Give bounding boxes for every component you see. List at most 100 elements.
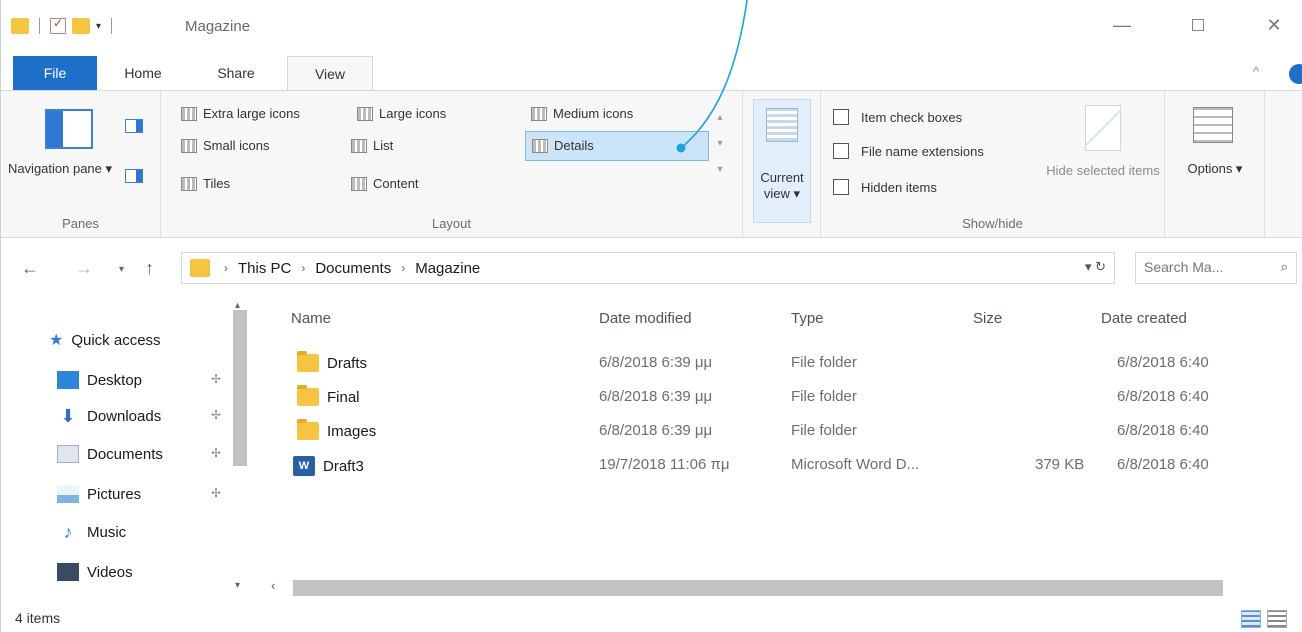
- table-row[interactable]: Drafts 6/8/2018 6:39 μμ File folder 6/8/…: [251, 348, 1302, 382]
- file-name-cell: Final: [297, 385, 360, 406]
- item-check-boxes-toggle[interactable]: Item check boxes: [833, 107, 962, 127]
- new-folder-icon[interactable]: [72, 18, 90, 34]
- address-row: ← → ▾ ↑ › This PC › Documents › Magazine…: [1, 238, 1302, 298]
- file-name-extensions-checkbox[interactable]: [833, 143, 849, 159]
- layout-medium-icons[interactable]: Medium icons: [531, 103, 633, 125]
- options-button[interactable]: Options ▾: [1165, 161, 1265, 177]
- navigation-pane-icon[interactable]: [45, 109, 93, 149]
- layout-option-label: Small icons: [203, 138, 270, 153]
- column-header-name[interactable]: Name: [291, 310, 331, 327]
- tab-home[interactable]: Home: [105, 58, 181, 90]
- sidebar-item-downloads[interactable]: ⬇ Downloads: [57, 402, 161, 430]
- file-name: Final: [327, 388, 360, 406]
- maximize-icon: [1192, 19, 1204, 31]
- layout-gallery-scroll[interactable]: ▴ ▾ ▾: [713, 105, 727, 185]
- tab-file[interactable]: File: [13, 56, 97, 90]
- breadcrumb-separator-icon[interactable]: ›: [224, 261, 228, 275]
- pin-icon[interactable]: ✢: [211, 486, 221, 500]
- pin-icon[interactable]: ✢: [211, 372, 221, 386]
- sidebar-item-videos[interactable]: Videos: [57, 558, 133, 586]
- details-pane-icon[interactable]: [125, 169, 143, 183]
- sidebar-item-quick-access[interactable]: ★ Quick access: [49, 326, 161, 354]
- options-icon[interactable]: [1193, 107, 1233, 143]
- column-header-date-created[interactable]: Date created: [1101, 310, 1187, 327]
- item-check-boxes-checkbox[interactable]: [833, 109, 849, 125]
- table-row[interactable]: W Draft3 19/7/2018 11:06 πμ Microsoft Wo…: [251, 450, 1302, 484]
- sidebar-item-documents[interactable]: Documents: [57, 440, 163, 468]
- hide-selected-items-button[interactable]: Hide selected items: [1041, 163, 1165, 179]
- layout-extra-large-icons[interactable]: Extra large icons: [181, 103, 300, 125]
- address-bar[interactable]: › This PC › Documents › Magazine ▾ ↻: [181, 252, 1115, 284]
- layout-option-label: Large icons: [379, 106, 447, 121]
- breadcrumb-separator-icon[interactable]: ›: [401, 261, 405, 275]
- details-view-icon[interactable]: [1241, 610, 1261, 628]
- scroll-down-arrow-icon[interactable]: ▾: [235, 580, 240, 591]
- documents-icon: [57, 445, 79, 463]
- help-icon[interactable]: [1289, 64, 1302, 84]
- breadcrumb-magazine[interactable]: Magazine: [415, 260, 480, 277]
- folder-icon: [297, 419, 319, 440]
- date-created-cell: 6/8/2018 6:40: [1117, 354, 1209, 371]
- layout-small-icons[interactable]: Small icons: [181, 135, 269, 157]
- sidebar-item-music[interactable]: ♪ Music: [57, 518, 127, 546]
- list-icon: [351, 139, 367, 153]
- breadcrumb-separator-icon[interactable]: ›: [301, 261, 305, 275]
- pin-icon[interactable]: ✢: [211, 446, 221, 460]
- file-name-extensions-toggle[interactable]: File name extensions: [833, 141, 984, 161]
- preview-pane-icon[interactable]: [125, 119, 143, 133]
- table-row[interactable]: Final 6/8/2018 6:39 μμ File folder 6/8/2…: [251, 382, 1302, 416]
- table-row[interactable]: Images 6/8/2018 6:39 μμ File folder 6/8/…: [251, 416, 1302, 450]
- file-explorer-window: ▾ Magazine — ✕ File Home Share View ^ Na…: [0, 0, 1302, 632]
- folder-icon[interactable]: [11, 18, 29, 34]
- collapse-ribbon-icon[interactable]: ^: [1253, 64, 1259, 79]
- horizontal-scroll-thumb[interactable]: [293, 580, 1223, 596]
- sidebar-item-label: Music: [87, 523, 127, 541]
- forward-arrow-icon[interactable]: →: [75, 258, 93, 279]
- customize-toolbar-dropdown-icon[interactable]: ▾: [96, 21, 101, 32]
- maximize-button[interactable]: [1175, 10, 1221, 40]
- up-arrow-icon[interactable]: ↑: [145, 258, 154, 279]
- layout-list[interactable]: List: [351, 135, 393, 157]
- folder-icon: [297, 351, 319, 372]
- navigation-pane-button[interactable]: Navigation pane ▾: [5, 161, 115, 177]
- sidebar-scrollbar[interactable]: [233, 310, 247, 466]
- pin-icon[interactable]: ✢: [211, 408, 221, 422]
- breadcrumb-documents[interactable]: Documents: [315, 260, 391, 277]
- layout-group-label: Layout: [431, 216, 472, 231]
- address-dropdown-refresh[interactable]: ▾ ↻: [1085, 259, 1106, 275]
- large-icons-view-icon[interactable]: [1267, 610, 1287, 628]
- column-header-type[interactable]: Type: [791, 310, 824, 327]
- layout-group: Extra large icons Large icons Medium ico…: [161, 91, 743, 237]
- column-header-size[interactable]: Size: [973, 310, 1002, 327]
- tab-share[interactable]: Share: [197, 58, 275, 90]
- toolbar-divider: [39, 18, 40, 34]
- back-arrow-icon[interactable]: ←: [21, 258, 39, 279]
- column-header-date-modified[interactable]: Date modified: [599, 310, 692, 327]
- minimize-button[interactable]: —: [1099, 10, 1145, 40]
- date-created-cell: 6/8/2018 6:40: [1117, 456, 1209, 473]
- layout-option-label: Content: [373, 176, 419, 191]
- layout-tiles[interactable]: Tiles: [181, 173, 230, 195]
- recent-locations-dropdown-icon[interactable]: ▾: [119, 264, 124, 275]
- ribbon-tabs: File Home Share View: [1, 56, 1302, 92]
- close-button[interactable]: ✕: [1251, 10, 1297, 40]
- layout-large-icons[interactable]: Large icons: [357, 103, 446, 125]
- search-input[interactable]: Search Ma... ⌕: [1135, 252, 1297, 284]
- tab-view[interactable]: View: [287, 56, 373, 92]
- layout-content[interactable]: Content: [351, 173, 419, 195]
- tiles-icon: [181, 177, 197, 191]
- sidebar-item-desktop[interactable]: Desktop: [57, 366, 142, 394]
- breadcrumb-this-pc[interactable]: This PC: [238, 260, 291, 277]
- desktop-icon: [57, 371, 79, 389]
- current-view-button[interactable]: Current view ▾: [753, 99, 811, 223]
- hidden-items-toggle[interactable]: Hidden items: [833, 177, 937, 197]
- sidebar-item-pictures[interactable]: Pictures: [57, 480, 141, 508]
- show-hide-group-label: Show/hide: [962, 216, 1023, 231]
- scroll-left-arrow-icon[interactable]: ‹: [271, 578, 275, 593]
- layout-details[interactable]: Details: [525, 131, 709, 161]
- properties-icon[interactable]: [50, 16, 66, 34]
- date-modified-cell: 19/7/2018 11:06 πμ: [599, 456, 730, 473]
- hidden-items-checkbox[interactable]: [833, 179, 849, 195]
- sidebar-item-label: Videos: [87, 563, 133, 581]
- horizontal-scrollbar[interactable]: ‹: [263, 578, 1263, 596]
